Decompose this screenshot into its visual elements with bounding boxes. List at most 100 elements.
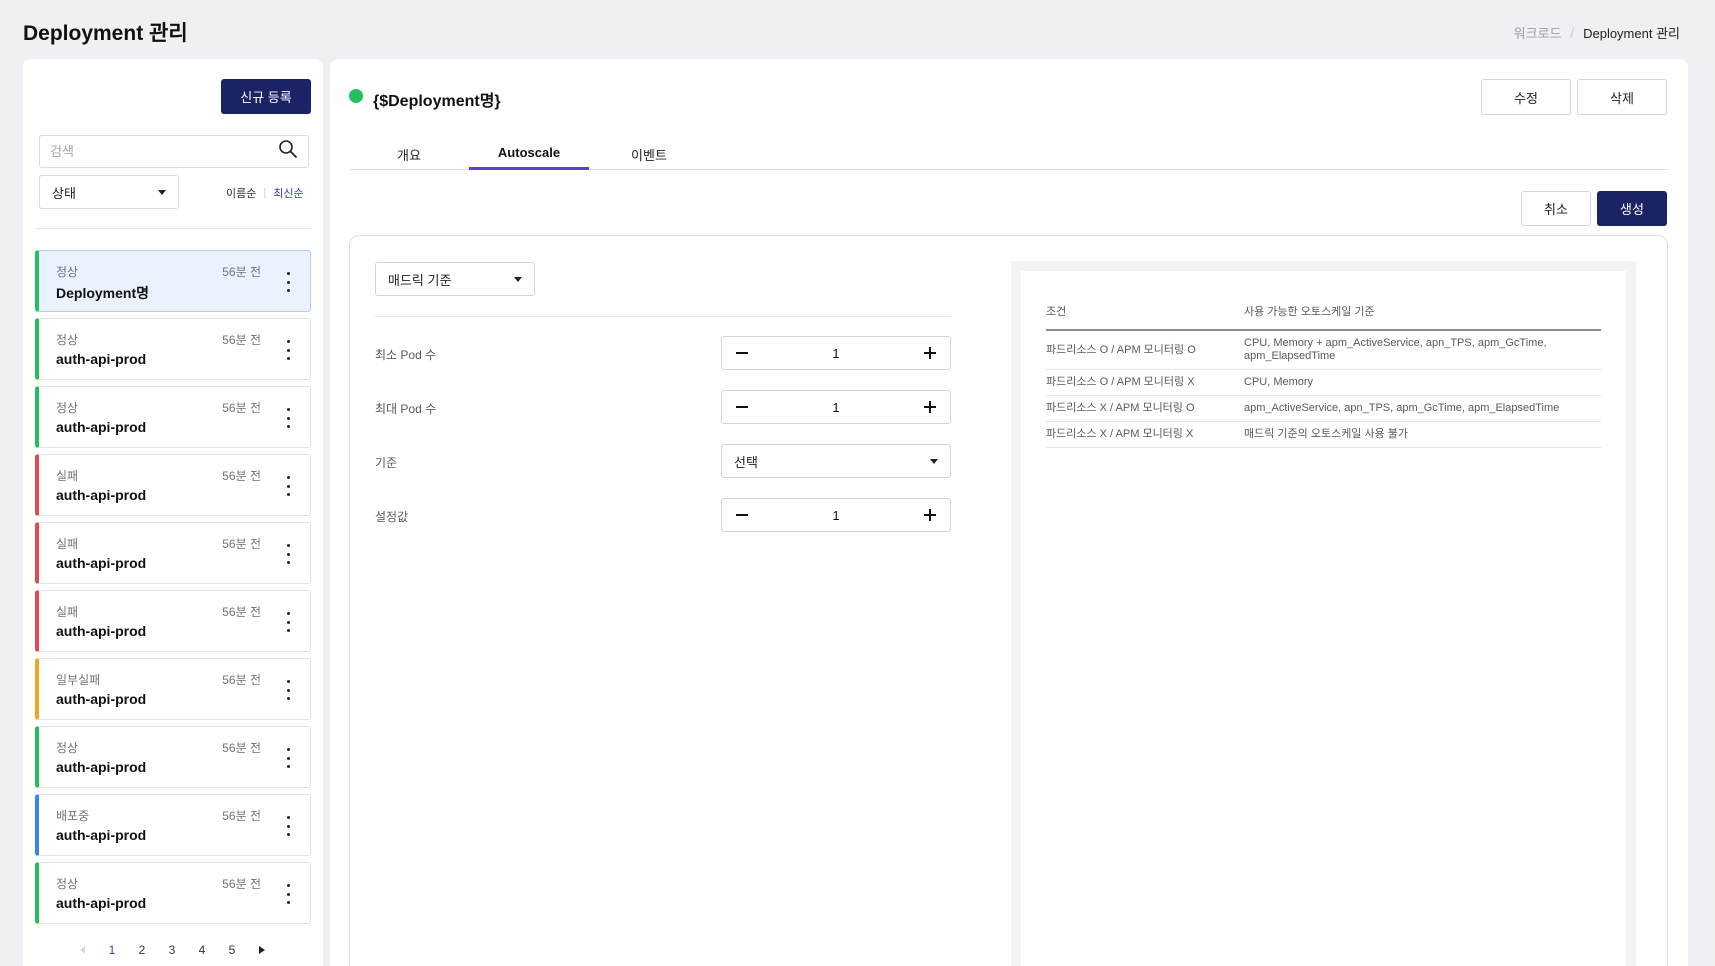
breadcrumb-separator: / <box>1570 25 1575 40</box>
next-page-button[interactable] <box>247 943 277 957</box>
table-cell: 파드리소스 O / APM 모니터링 O <box>1046 330 1244 370</box>
deployment-item[interactable]: 정상 56분 전 auth-api-prod <box>35 318 311 380</box>
tab-events[interactable]: 이벤트 <box>589 133 709 169</box>
deployment-status: 정상 <box>56 741 79 755</box>
deployment-name: auth-api-prod <box>56 623 147 639</box>
table-cell: apm_ActiveService, apn_TPS, apm_GcTime, … <box>1244 395 1601 422</box>
prev-page-button[interactable] <box>67 943 97 957</box>
deployment-item[interactable]: 정상 56분 전 Deployment명 <box>35 250 311 312</box>
kebab-icon[interactable] <box>282 816 294 836</box>
breadcrumb: 워크로드 / Deployment 관리 <box>1514 23 1680 42</box>
caret-down-icon <box>930 458 938 464</box>
deployment-item[interactable]: 실패 56분 전 auth-api-prod <box>35 522 311 584</box>
deployment-name: auth-api-prod <box>56 487 147 503</box>
page-title: Deployment 관리 <box>23 22 188 45</box>
deployment-name: auth-api-prod <box>56 759 147 775</box>
page-button[interactable]: 4 <box>187 943 217 957</box>
deployment-item[interactable]: 정상 56분 전 auth-api-prod <box>35 386 311 448</box>
plus-icon[interactable] <box>923 509 936 521</box>
kebab-icon[interactable] <box>282 544 294 564</box>
table-header-row: 조건 사용 가능한 오토스케일 기준 <box>1046 295 1601 331</box>
deployment-name: auth-api-prod <box>56 419 147 435</box>
column-header: 조건 <box>1046 295 1244 331</box>
page-button[interactable]: 3 <box>157 943 187 957</box>
deployment-item[interactable]: 일부실패 56분 전 auth-api-prod <box>35 658 311 720</box>
kebab-icon[interactable] <box>282 340 294 360</box>
deployment-name: auth-api-prod <box>56 555 147 571</box>
deployment-list-panel: 신규 등록 상태 이름순 | 최신순 정상 56분 전 Deployment명 정상… <box>23 59 323 966</box>
deployment-item[interactable]: 실패 56분 전 auth-api-prod <box>35 590 311 652</box>
table-row: 파드리소스 O / APM 모니터링 O CPU, Memory + apm_A… <box>1046 330 1601 370</box>
table-cell: CPU, Memory <box>1244 369 1601 396</box>
delete-button[interactable]: 삭제 <box>1577 79 1667 115</box>
cancel-button[interactable]: 취소 <box>1521 191 1591 226</box>
minus-icon[interactable] <box>736 352 748 354</box>
deployment-time: 56분 전 <box>222 333 261 347</box>
deployment-item[interactable]: 실패 56분 전 auth-api-prod <box>35 454 311 516</box>
table-cell: 매드릭 기준의 오토스케일 사용 불가 <box>1244 421 1601 448</box>
plus-icon[interactable] <box>923 347 936 359</box>
search-input[interactable] <box>50 144 278 159</box>
table-row: 파드리소스 X / APM 모니터링 O apm_ActiveService, … <box>1046 395 1601 422</box>
chevron-right-icon <box>259 946 265 954</box>
deployment-status: 정상 <box>56 401 79 415</box>
criteria-value: 선택 <box>734 454 758 470</box>
deployment-status: 실패 <box>56 469 79 483</box>
deployment-time: 56분 전 <box>222 809 261 823</box>
minus-icon[interactable] <box>736 514 748 516</box>
deployment-item[interactable]: 배포중 56분 전 auth-api-prod <box>35 794 311 856</box>
metric-type-value: 매드릭 기준 <box>388 272 452 288</box>
kebab-icon[interactable] <box>282 680 294 700</box>
breadcrumb-workload[interactable]: 워크로드 <box>1514 23 1562 42</box>
kebab-icon[interactable] <box>282 884 294 904</box>
deployment-time: 56분 전 <box>222 673 261 687</box>
page-button[interactable]: 1 <box>97 943 127 957</box>
form-divider <box>375 316 951 317</box>
caret-down-icon <box>514 276 522 282</box>
min-pods-row: 최소 Pod 수 1 <box>375 336 951 370</box>
new-register-button[interactable]: 신규 등록 <box>221 79 311 114</box>
create-button[interactable]: 생성 <box>1597 191 1667 226</box>
search-icon[interactable] <box>278 139 298 164</box>
criteria-label: 기준 <box>375 456 398 470</box>
deployment-title: {$Deployment명} <box>373 93 501 110</box>
detail-tabs: 개요 Autoscale 이벤트 <box>349 133 1668 170</box>
deployment-time: 56분 전 <box>222 469 261 483</box>
max-pods-row: 최대 Pod 수 1 <box>375 390 951 424</box>
table-cell: 파드리소스 O / APM 모니터링 X <box>1046 369 1244 396</box>
deployment-name: auth-api-prod <box>56 691 147 707</box>
kebab-icon[interactable] <box>282 408 294 428</box>
kebab-icon[interactable] <box>282 476 294 496</box>
deployment-item[interactable]: 정상 56분 전 auth-api-prod <box>35 862 311 924</box>
deployment-time: 56분 전 <box>222 401 261 415</box>
deployment-status: 정상 <box>56 265 79 279</box>
minus-icon[interactable] <box>736 406 748 408</box>
min-pods-label: 최소 Pod 수 <box>375 348 437 362</box>
deployment-status: 정상 <box>56 333 79 347</box>
sort-by-latest[interactable]: 최신순 <box>273 185 303 201</box>
sort-by-name[interactable]: 이름순 <box>226 185 256 201</box>
deployment-item[interactable]: 정상 56분 전 auth-api-prod <box>35 726 311 788</box>
min-pods-value[interactable]: 1 <box>832 346 839 361</box>
setting-value[interactable]: 1 <box>832 508 839 523</box>
pagination: 1 2 3 4 5 <box>67 943 307 957</box>
tab-autoscale[interactable]: Autoscale <box>469 133 589 170</box>
page-button[interactable]: 2 <box>127 943 157 957</box>
page-button[interactable]: 5 <box>217 943 247 957</box>
max-pods-value[interactable]: 1 <box>832 400 839 415</box>
kebab-icon[interactable] <box>282 272 294 292</box>
table-row: 파드리소스 O / APM 모니터링 X CPU, Memory <box>1046 369 1601 396</box>
kebab-icon[interactable] <box>282 612 294 632</box>
autoscale-info-panel: 조건 사용 가능한 오토스케일 기준 파드리소스 O / APM 모니터링 O … <box>1011 261 1636 966</box>
autoscale-criteria-table: 조건 사용 가능한 오토스케일 기준 파드리소스 O / APM 모니터링 O … <box>1046 295 1601 448</box>
setting-stepper: 1 <box>721 498 951 532</box>
edit-button[interactable]: 수정 <box>1481 79 1571 115</box>
table-cell: 파드리소스 X / APM 모니터링 X <box>1046 421 1244 448</box>
tab-overview[interactable]: 개요 <box>349 133 469 169</box>
criteria-select[interactable]: 선택 <box>721 444 951 478</box>
deployment-name: Deployment명 <box>56 285 150 301</box>
plus-icon[interactable] <box>923 401 936 413</box>
metric-type-select[interactable]: 매드릭 기준 <box>375 262 535 296</box>
status-filter-select[interactable]: 상태 <box>39 175 179 209</box>
kebab-icon[interactable] <box>282 748 294 768</box>
